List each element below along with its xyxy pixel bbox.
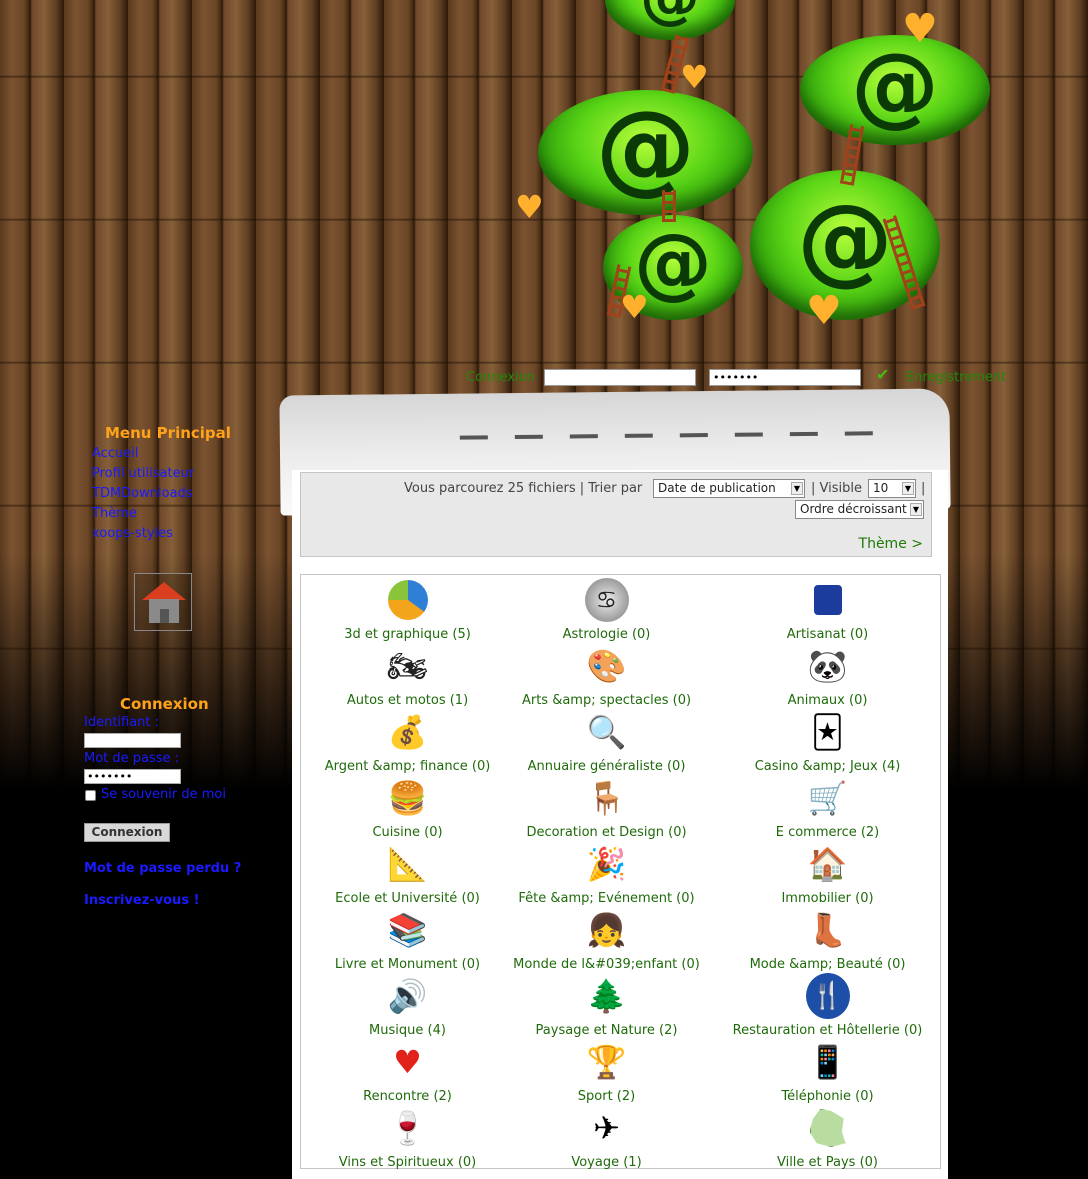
trophy-icon: 🏆 bbox=[586, 1043, 627, 1081]
at-sign-block: @ bbox=[538, 88, 753, 215]
magnifier-icon: 🔍 bbox=[586, 713, 627, 751]
party-hat-icon: 🎉 bbox=[586, 845, 627, 883]
category-grid: 3d et graphique (5) ♋ Astrologie (0) Art… bbox=[300, 574, 941, 1171]
playing-cards-icon: 🃏 bbox=[811, 713, 844, 751]
design-chair-icon: 🪑 bbox=[586, 779, 627, 817]
chevron-down-icon: ▼ bbox=[910, 503, 922, 516]
header-username-input[interactable] bbox=[544, 369, 696, 386]
at-sign-block: @ bbox=[605, 0, 735, 40]
menu-item-theme[interactable]: Thème bbox=[92, 506, 137, 521]
login-submit-button[interactable]: Connexion bbox=[84, 823, 170, 842]
category-item[interactable]: 📱 Téléphonie (0) bbox=[721, 1039, 934, 1105]
chevron-down-icon: ▼ bbox=[791, 482, 803, 495]
heart-balloon: ♥ bbox=[515, 188, 544, 226]
category-item[interactable]: 📚 Livre et Monument (0) bbox=[301, 907, 514, 973]
register-signup-link[interactable]: Inscrivez-vous ! bbox=[84, 893, 200, 908]
menu-item-accueil[interactable]: Accueil bbox=[92, 446, 138, 461]
toolbar-separator: | bbox=[921, 481, 926, 496]
artisan-logo-icon bbox=[806, 577, 850, 623]
shopping-cart-icon: 🛒 bbox=[807, 779, 848, 817]
drawing-tools-icon: 📐 bbox=[387, 845, 428, 883]
heart-balloon: ♥ bbox=[902, 6, 938, 52]
category-item[interactable]: Artisanat (0) bbox=[721, 577, 934, 643]
category-item[interactable]: 🍷 Vins et Spiritueux (0) bbox=[301, 1105, 514, 1171]
category-item[interactable]: 💰 Argent &amp; finance (0) bbox=[301, 709, 514, 775]
category-item[interactable]: 🍴 Restauration et Hôtellerie (0) bbox=[721, 973, 934, 1039]
header-login-label: Connexion bbox=[466, 370, 535, 385]
house-icon: 🏠 bbox=[807, 845, 848, 883]
sort-select[interactable]: Date de publication ▼ bbox=[653, 479, 805, 498]
category-item[interactable]: 🪑 Decoration et Design (0) bbox=[500, 775, 713, 841]
ladder bbox=[662, 190, 676, 222]
category-item[interactable]: 🐼 Animaux (0) bbox=[721, 643, 934, 709]
remember-label: Se souvenir de moi bbox=[101, 787, 226, 802]
menu-item-tdmdownloads[interactable]: TDMDownloads bbox=[92, 486, 193, 501]
category-item[interactable]: Ville et Pays (0) bbox=[721, 1105, 934, 1171]
boot-icon: 👢 bbox=[807, 911, 848, 949]
mobile-phone-icon: 📱 bbox=[807, 1043, 848, 1081]
header-illustration: @ @ @ @ @ ♥ ♥ ♥ ♥ ♥ bbox=[510, 0, 990, 350]
heart-icon: ♥ bbox=[393, 1043, 422, 1081]
category-item[interactable]: 🎉 Fête &amp; Evénement (0) bbox=[500, 841, 713, 907]
home-icon[interactable] bbox=[134, 573, 192, 631]
at-sign-block: @ bbox=[800, 33, 990, 145]
pie-chart-icon bbox=[386, 577, 430, 623]
order-select[interactable]: Ordre décroissant ▼ bbox=[795, 500, 924, 519]
menu-item-xoops-styles[interactable]: xoops-styles bbox=[92, 526, 173, 541]
category-item[interactable]: 🎨 Arts &amp; spectacles (0) bbox=[500, 643, 713, 709]
category-item[interactable]: ✈ Voyage (1) bbox=[500, 1105, 713, 1171]
heart-balloon: ♥ bbox=[680, 58, 709, 96]
category-item[interactable]: 🍔 Cuisine (0) bbox=[301, 775, 514, 841]
france-map-icon bbox=[806, 1105, 850, 1151]
login-block-title: Connexion bbox=[120, 695, 209, 713]
menu-title: Menu Principal bbox=[105, 424, 231, 442]
password-label: Mot de passe : bbox=[84, 751, 180, 766]
category-item[interactable]: 🔍 Annuaire généraliste (0) bbox=[500, 709, 713, 775]
sort-toolbar: Vous parcourez 25 fichiers | Trier par D… bbox=[300, 472, 932, 557]
password-input[interactable] bbox=[84, 769, 181, 784]
remember-checkbox[interactable] bbox=[85, 790, 96, 801]
category-item[interactable]: 🛒 E commerce (2) bbox=[721, 775, 934, 841]
browse-count-text: Vous parcourez 25 fichiers | Trier par bbox=[404, 481, 643, 496]
category-item[interactable]: 👢 Mode &amp; Beauté (0) bbox=[721, 907, 934, 973]
panda-icon: 🐼 bbox=[807, 647, 848, 685]
username-label: Identifiant : bbox=[84, 715, 160, 730]
heart-balloon: ♥ bbox=[806, 288, 842, 334]
category-item[interactable]: 🃏 Casino &amp; Jeux (4) bbox=[721, 709, 934, 775]
chevron-down-icon: ▼ bbox=[902, 482, 914, 495]
visible-select[interactable]: 10 ▼ bbox=[868, 479, 916, 498]
category-item[interactable]: 3d et graphique (5) bbox=[301, 577, 514, 643]
header-login-bar: Connexion ✔ Enregistrement bbox=[466, 365, 1066, 387]
category-item[interactable]: 🏆 Sport (2) bbox=[500, 1039, 713, 1105]
motorbike-icon: 🏍 bbox=[387, 647, 428, 685]
wine-glass-icon: 🍷 bbox=[387, 1109, 428, 1147]
username-input[interactable] bbox=[84, 733, 181, 748]
child-icon: 👧 bbox=[586, 911, 627, 949]
category-item[interactable]: ♋ Astrologie (0) bbox=[500, 577, 713, 643]
theme-link[interactable]: Thème > bbox=[859, 536, 923, 552]
heart-balloon: ♥ bbox=[620, 288, 649, 326]
header-password-input[interactable] bbox=[709, 369, 861, 386]
category-item[interactable]: 🏠 Immobilier (0) bbox=[721, 841, 934, 907]
money-icon: 💰 bbox=[387, 713, 428, 751]
category-item[interactable]: ♥ Rencontre (2) bbox=[301, 1039, 514, 1105]
crab-zodiac-icon: ♋ bbox=[584, 577, 629, 623]
speaker-icon: 🔊 bbox=[387, 977, 428, 1015]
category-item[interactable]: 🔊 Musique (4) bbox=[301, 973, 514, 1039]
checkmark-icon[interactable]: ✔ bbox=[876, 365, 889, 384]
category-item[interactable]: 👧 Monde de l&#039;enfant (0) bbox=[500, 907, 713, 973]
airplane-icon: ✈ bbox=[593, 1109, 620, 1147]
category-item[interactable]: 🏍 Autos et motos (1) bbox=[301, 643, 514, 709]
burger-icon: 🍔 bbox=[387, 779, 428, 817]
books-icon: 📚 bbox=[387, 911, 428, 949]
category-item[interactable]: 📐 Ecole et Université (0) bbox=[301, 841, 514, 907]
menu-item-profil[interactable]: Profil utilisateur bbox=[92, 466, 194, 481]
lost-password-link[interactable]: Mot de passe perdu ? bbox=[84, 861, 241, 876]
visible-label: | Visible bbox=[811, 481, 862, 496]
cutlery-icon: 🍴 bbox=[805, 973, 850, 1019]
trees-icon: 🌲 bbox=[586, 977, 627, 1015]
register-link[interactable]: Enregistrement bbox=[906, 370, 1006, 385]
category-item[interactable]: 🌲 Paysage et Nature (2) bbox=[500, 973, 713, 1039]
palette-icon: 🎨 bbox=[586, 647, 627, 685]
